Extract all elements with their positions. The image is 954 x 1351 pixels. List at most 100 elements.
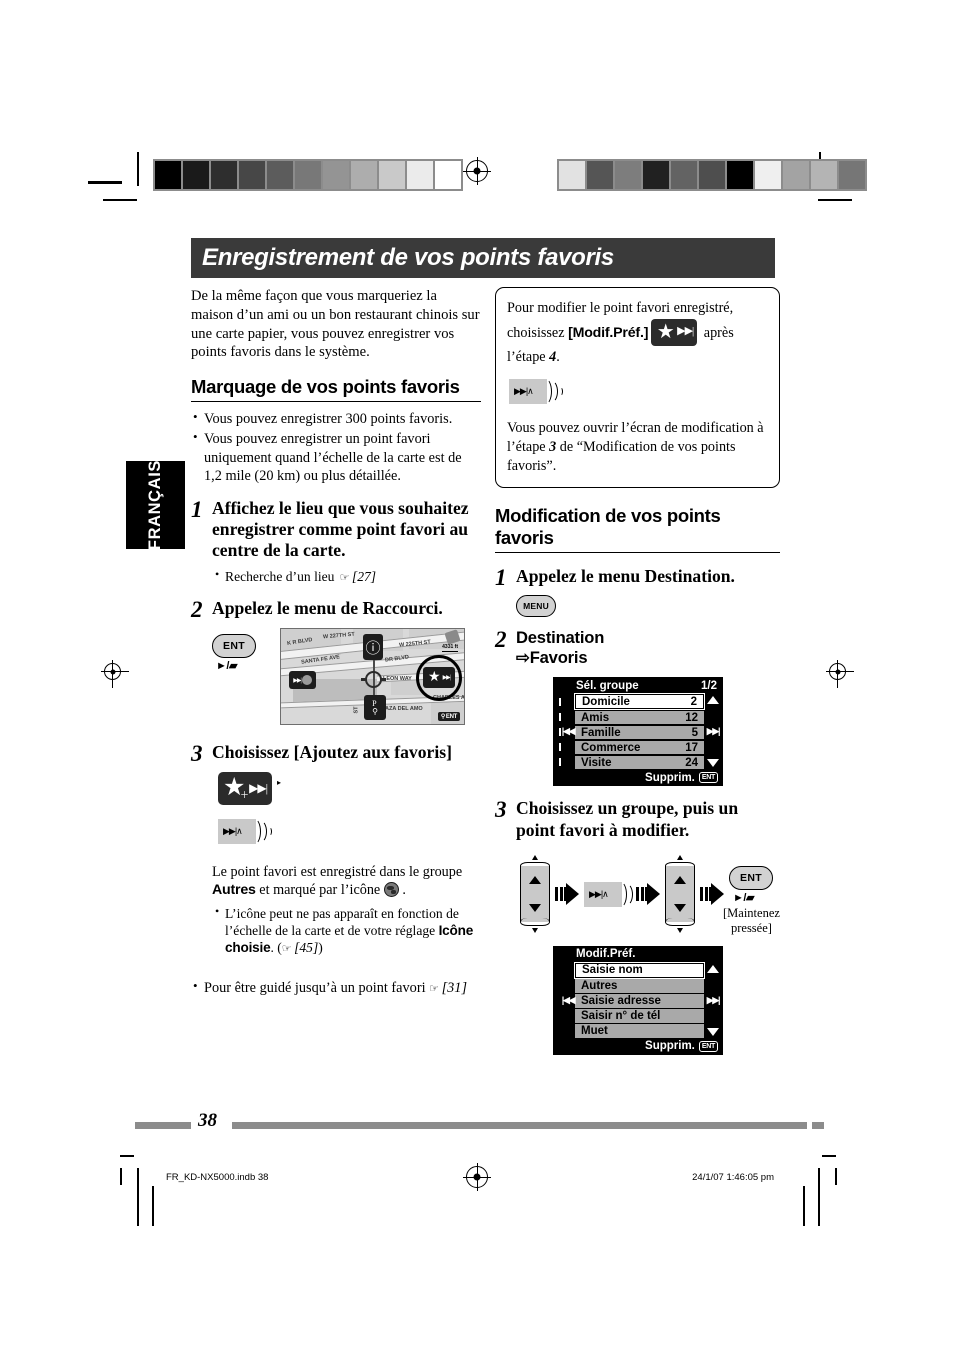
registration-target-left: [101, 660, 129, 688]
step-text: Choisissez [Ajoutez aux favoris]: [212, 742, 452, 763]
map-route-pin[interactable]: P ⚲: [364, 695, 386, 721]
map-poi-pin[interactable]: ▶▶|: [289, 671, 316, 690]
list-item-count: 12: [685, 711, 698, 724]
list-item-label: Visite: [581, 756, 612, 769]
step-reference-page: [27]: [351, 568, 377, 584]
list-item[interactable]: Famille 5: [575, 725, 704, 740]
ent-key-group-hold: ENT ►/▰ [Maintenez pressée]: [723, 853, 780, 936]
lcd-prev-control[interactable]: |◀◀: [554, 963, 576, 1038]
ent-key[interactable]: ENT: [212, 634, 256, 659]
scroll-down-icon[interactable]: [707, 1027, 719, 1036]
lcd-title-bar: Modif.Préf.: [554, 947, 722, 962]
list-item[interactable]: Muet: [575, 1024, 704, 1038]
sequence-arrow-icon: [700, 883, 724, 906]
map-ent-button[interactable]: ⚲ ENT: [437, 712, 460, 722]
intro-paragraph: De la même façon que vous marqueriez la …: [191, 288, 480, 361]
next-track-icon: ▶▶|: [706, 994, 721, 1005]
hold-instruction-line1: [Maintenez: [723, 905, 780, 920]
lcd-title-bar: Sél. groupe 1/2: [554, 678, 722, 693]
lcd-prev-control[interactable]: |◀◀: [554, 694, 576, 769]
modif-pref-button[interactable]: ★ ▶▶|: [651, 319, 698, 346]
menu-key[interactable]: MENU: [516, 594, 556, 617]
list-item-count: 17: [685, 741, 698, 754]
crop-mark-top-left-v: [137, 152, 139, 186]
sub-note-pre: L’icône peut ne pas apparaît en fonction…: [225, 905, 459, 938]
right-column: Pour modifier le point favori enregistré…: [495, 287, 780, 1055]
guide-note-label: Pour être guidé jusqu’à un point favori: [204, 979, 426, 996]
marquage-bullet-list: Vous pouvez enregistrer 300 points favor…: [191, 409, 481, 485]
list-item[interactable]: Saisie nom: [574, 961, 705, 979]
crop-mark-bottom-left-v3: [152, 1186, 154, 1226]
rocker-control-up-down[interactable]: [665, 855, 695, 934]
guide-note-ref: [31]: [441, 979, 468, 996]
crop-mark-bottom-right-v: [835, 1168, 837, 1185]
crop-mark-top-left-h2: [103, 199, 137, 201]
lcd-screen-group-select: Sél. groupe 1/2 |◀◀ Domicile 2 Amis 12 F…: [553, 677, 723, 787]
ent-key[interactable]: ENT: [729, 865, 773, 890]
footer-timestamp: 24/1/07 1:46:05 pm: [692, 1172, 774, 1183]
left-step-3: 3 Choisissez [Ajoutez aux favoris] ★ ▶▶|…: [191, 742, 481, 956]
list-item-label: Commerce: [581, 741, 641, 754]
callout-menu-label: [Modif.Préf.]: [568, 325, 649, 341]
rocker-control-up-down[interactable]: [520, 855, 550, 934]
map-info-pin[interactable]: ⓘ: [363, 634, 383, 661]
scroll-down-icon[interactable]: [707, 759, 719, 768]
callout-paragraph-2: Vous pouvez ouvrir l’écran de modificati…: [507, 419, 768, 476]
list-item[interactable]: Saisie adresse: [575, 994, 704, 1008]
step-reference: Recherche d’un lieu ☞ [27]: [212, 567, 481, 585]
favorite-globe-icon: [383, 882, 399, 898]
list-item[interactable]: Commerce 17: [575, 740, 704, 755]
list-item-label: Saisie adresse: [581, 995, 661, 1008]
crop-mark-bottom-right-v3: [803, 1186, 805, 1226]
language-tab-label: FRANÇAIS: [146, 459, 164, 551]
folio-rule-left: [135, 1122, 191, 1129]
pointing-hand-icon: ☞: [429, 982, 439, 995]
list-item[interactable]: Autres: [575, 979, 704, 993]
section-heading-marquage: Marquage de vos points favoris: [191, 376, 481, 403]
lcd-scroll-controls[interactable]: ▶▶|: [704, 694, 722, 769]
step-text: Affichez le lieu que vous souhaitez enre…: [212, 497, 469, 561]
left-step-1: 1 Affichez le lieu que vous souhaitez en…: [191, 496, 481, 585]
registration-target-top: [463, 157, 491, 185]
pointing-hand-icon: ☞: [337, 571, 350, 584]
list-item[interactable]: Domicile 2: [574, 693, 705, 711]
manual-page: FRANÇAIS Enregistrement de vos points fa…: [0, 0, 954, 1351]
list-item[interactable]: Amis 12: [575, 710, 704, 725]
step2-menu-destination: Destination: [516, 627, 605, 647]
beep-label: ▶▶|∧: [514, 386, 534, 396]
scroll-up-icon[interactable]: [707, 964, 719, 973]
map-scale-indicator: 4331 ft: [442, 644, 458, 653]
registration-target-right: [826, 660, 854, 688]
beep-indicator: ▶▶|∧: [584, 880, 638, 908]
page-title-bar: Enregistrement de vos points favoris: [191, 238, 775, 278]
list-item[interactable]: Visite 24: [575, 755, 704, 770]
crop-mark-top-left-h: [88, 181, 122, 184]
arrow-right-icon: ⇨: [516, 648, 530, 668]
calibration-bar-left: [153, 159, 463, 191]
list-item-label: Famille: [581, 726, 621, 739]
sub-note-ref: [45]: [294, 940, 319, 956]
hold-instruction-line2: pressée]: [730, 920, 772, 935]
map-label: ST: [353, 706, 360, 714]
beep-indicator: ▶▶|∧: [218, 817, 272, 845]
step2-menu-favoris-label: Favoris: [529, 648, 588, 668]
step3-result-note: Le point favori est enregistré dans le g…: [212, 863, 481, 900]
ent-key-sublabel: ►/▰: [733, 891, 754, 904]
right-step-3: 3 Choisissez un groupe, puis un point fa…: [495, 798, 780, 1055]
scroll-up-icon[interactable]: [707, 696, 719, 705]
star-icon: ★: [656, 321, 675, 343]
sequence-arrow-icon: [636, 883, 660, 906]
step2-menu-favoris: ⇨Favoris: [516, 648, 780, 668]
step-text: Appelez le menu Destination.: [516, 565, 735, 586]
map-favorite-button[interactable]: ★ ▶▶|: [423, 667, 455, 689]
lcd-scroll-controls[interactable]: ▶▶|: [704, 963, 722, 1038]
step-number: 1: [191, 496, 203, 522]
plus-icon: ＋: [240, 789, 250, 800]
crop-mark-top-right-h2: [818, 199, 852, 201]
add-to-favorites-button[interactable]: ★ ▶▶| ＋: [218, 771, 272, 805]
footer-filename: FR_KD-NX5000.indb 38: [166, 1172, 269, 1183]
list-item[interactable]: Saisir n° de tél: [575, 1009, 704, 1023]
step-number: 3: [191, 741, 203, 767]
lcd-footer-label: Supprim.: [645, 771, 695, 784]
lcd-title: Modif.Préf.: [576, 948, 636, 961]
